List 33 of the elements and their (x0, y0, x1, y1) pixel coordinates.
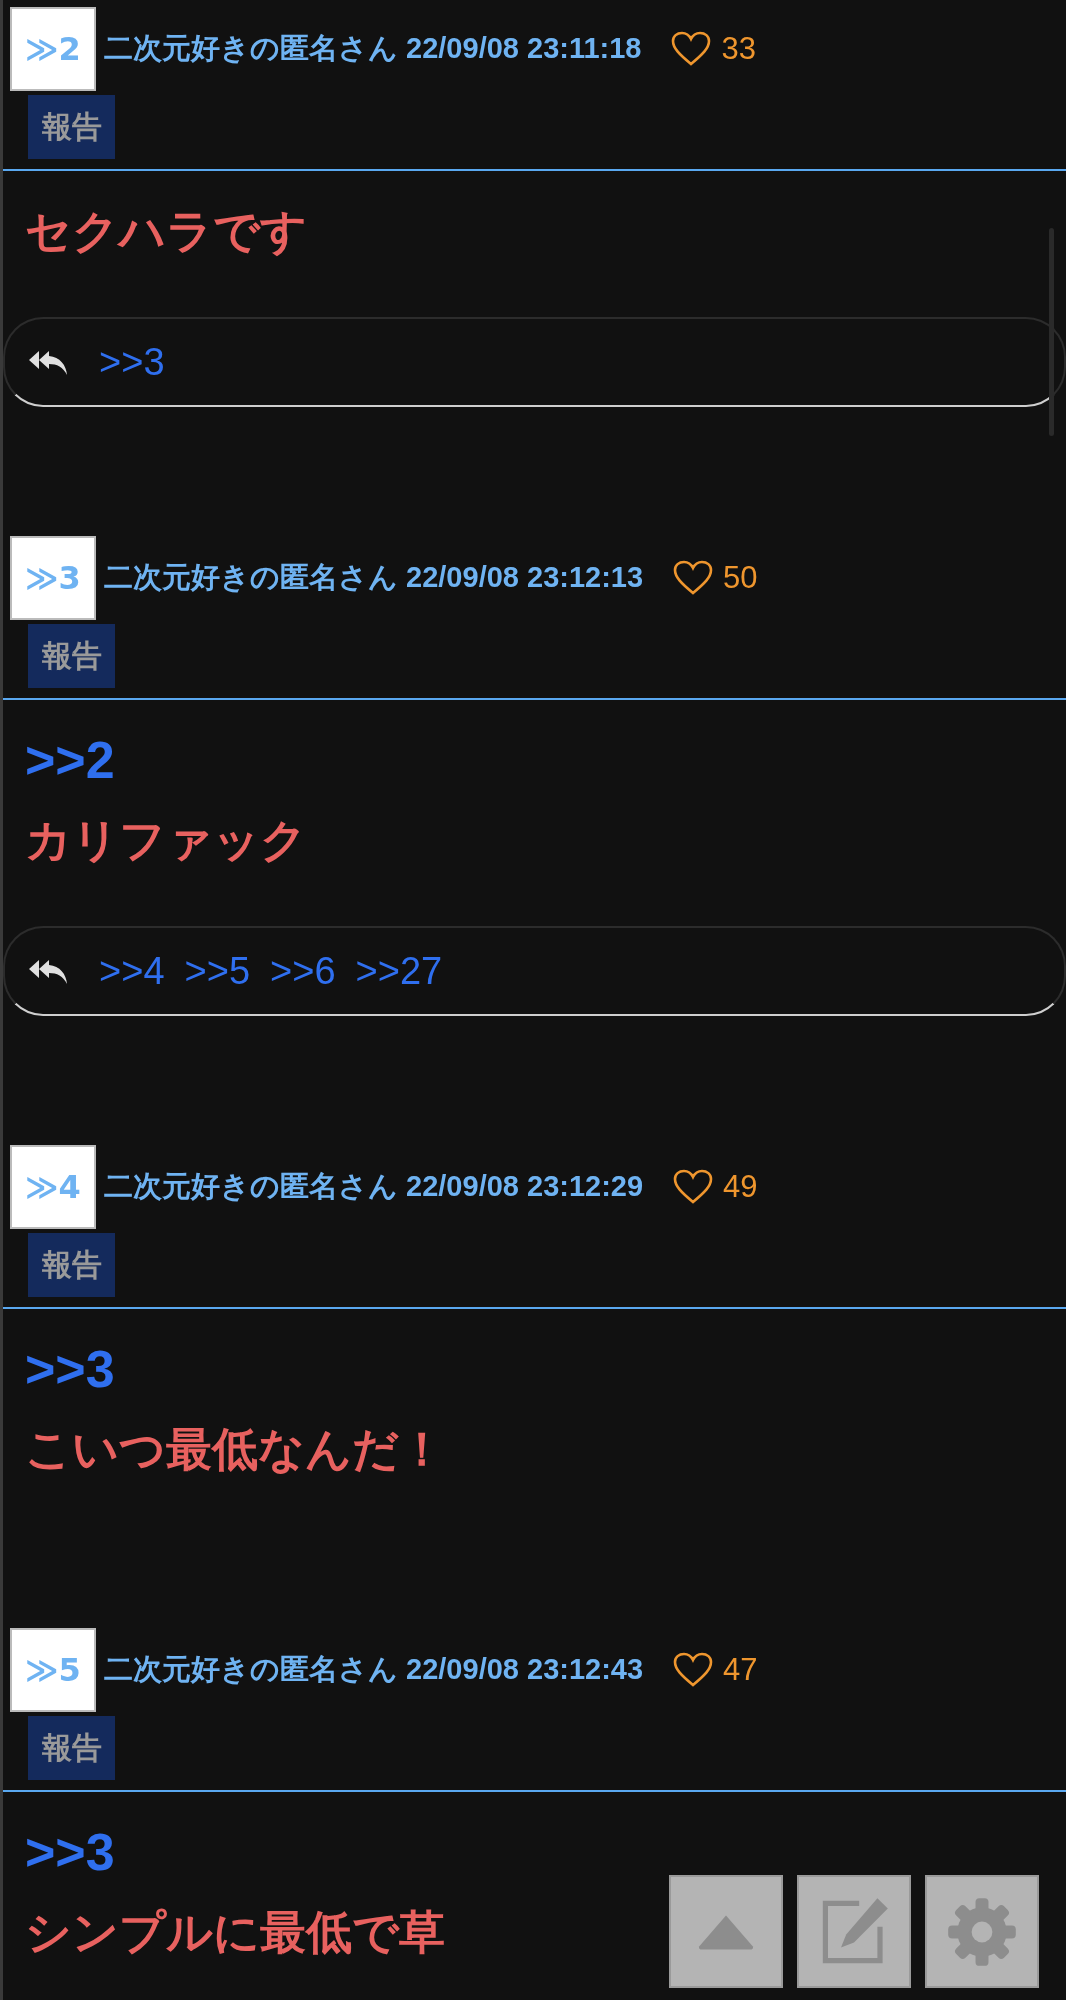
post-author-date: 二次元好きの匿名さん 22/09/08 23:12:29 (104, 1169, 644, 1204)
heart-icon[interactable] (673, 1169, 714, 1205)
post-text: こいつ最低なんだ！ (25, 1422, 445, 1477)
report-button[interactable]: 報告 (28, 1716, 115, 1780)
report-button[interactable]: 報告 (28, 95, 115, 159)
post-number-button[interactable]: ≫5 (10, 1628, 96, 1712)
like-count: 33 (721, 31, 756, 67)
quote-link[interactable]: >>3 (25, 1812, 115, 1892)
scrollbar-thumb[interactable] (1049, 228, 1054, 436)
reply-link[interactable]: >>4 (99, 949, 165, 993)
post-text: カリファック (25, 813, 307, 868)
quote-link[interactable]: >>2 (25, 720, 115, 800)
post-text: セクハラです (25, 204, 307, 259)
like-count: 49 (723, 1169, 758, 1205)
post-author-date: 二次元好きの匿名さん 22/09/08 23:12:43 (104, 1652, 644, 1687)
post-author-date: 二次元好きの匿名さん 22/09/08 23:12:13 (104, 560, 644, 595)
quote-link[interactable]: >>3 (25, 1329, 115, 1409)
like-count: 50 (723, 560, 758, 596)
post-number-button[interactable]: ≫4 (10, 1145, 96, 1229)
reply-link[interactable]: >>6 (270, 949, 336, 993)
like-count: 47 (723, 1652, 758, 1688)
heart-icon[interactable] (673, 560, 714, 596)
post-number-button[interactable]: ≫2 (10, 7, 96, 91)
report-button[interactable]: 報告 (28, 1233, 115, 1297)
post-author-date: 二次元好きの匿名さん 22/09/08 23:11:18 (104, 31, 642, 66)
post-number-button[interactable]: ≫3 (10, 536, 96, 620)
post-text: シンプルに最低で草 (25, 1905, 445, 1960)
reply-link[interactable]: >>27 (355, 949, 443, 993)
heart-icon[interactable] (671, 31, 712, 67)
heart-icon[interactable] (673, 1652, 714, 1688)
reply-link[interactable]: >>3 (99, 340, 165, 384)
reply-link[interactable]: >>5 (184, 949, 251, 993)
report-button[interactable]: 報告 (28, 624, 115, 688)
